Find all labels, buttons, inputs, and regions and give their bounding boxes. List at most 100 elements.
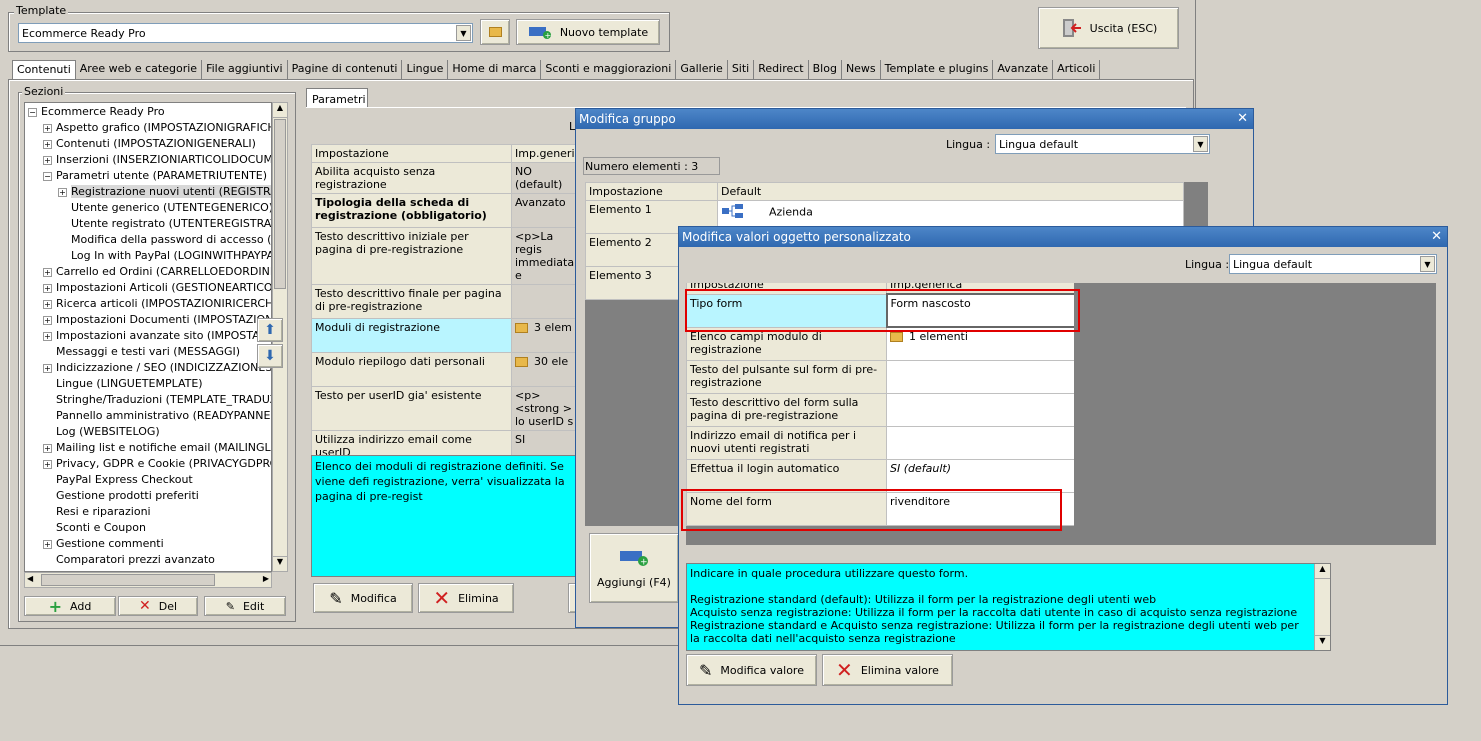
move-up-button[interactable]: ⬆ <box>257 318 283 342</box>
add-element-button[interactable]: + Aggiungi (F4) <box>589 533 679 603</box>
setting-value[interactable]: 30 ele <box>511 352 582 387</box>
setting-value[interactable]: 3 elem <box>511 318 582 353</box>
table-row[interactable]: Tipologia della scheda di registrazione … <box>311 193 582 228</box>
tree-node[interactable]: Sconti e Coupon <box>25 520 271 536</box>
scroll-left-icon[interactable]: ◀ <box>27 574 33 583</box>
expand-toggle-icon[interactable]: + <box>43 283 52 293</box>
modifica-button[interactable]: ✎ Modifica <box>313 583 413 613</box>
tree-node[interactable]: Modifica della password di accesso (RECU <box>25 232 271 248</box>
tree-node[interactable]: + Carrello ed Ordini (CARRELLOEDORDINI) <box>25 264 271 280</box>
expand-toggle-icon[interactable]: − <box>28 107 37 117</box>
edit-section-button[interactable]: ✎ Edit <box>204 596 286 616</box>
tree-node[interactable]: Stringhe/Traduzioni (TEMPLATE_TRADUZION <box>25 392 271 408</box>
setting-value[interactable]: <p><strong > lo userID s <box>511 386 582 431</box>
exit-button[interactable]: Uscita (ESC) <box>1038 7 1179 49</box>
setting-value[interactable] <box>511 284 582 319</box>
tree-node[interactable]: Messaggi e testi vari (MESSAGGI) <box>25 344 271 360</box>
del-section-button[interactable]: ✕ Del <box>118 596 198 616</box>
expand-toggle-icon[interactable]: + <box>43 363 52 373</box>
setting-value[interactable] <box>886 359 1074 394</box>
move-down-button[interactable]: ⬇ <box>257 344 283 368</box>
expand-toggle-icon[interactable]: + <box>43 139 52 149</box>
tab-template-e-plugins[interactable]: Template e plugins <box>881 60 994 79</box>
tab-file-aggiuntivi[interactable]: File aggiuntivi <box>202 60 288 79</box>
expand-toggle-icon[interactable]: + <box>43 267 52 277</box>
tree-node[interactable]: Utente generico (UTENTEGENERICO) <box>25 200 271 216</box>
tree-node[interactable]: − Parametri utente (PARAMETRIUTENTE) <box>25 168 271 184</box>
tab-parametri[interactable]: Parametri <box>306 88 368 108</box>
expand-toggle-icon[interactable]: + <box>43 459 52 469</box>
tree-node[interactable]: Lingue (LINGUETEMPLATE) <box>25 376 271 392</box>
chevron-down-icon[interactable]: ▼ <box>456 25 471 41</box>
tab-news[interactable]: News <box>842 60 881 79</box>
table-row[interactable]: Testo descrittivo iniziale per pagina di… <box>311 227 582 285</box>
elimina-valore-button[interactable]: ✕ Elimina valore <box>822 654 953 686</box>
tree-node[interactable]: Gestione prodotti preferiti <box>25 488 271 504</box>
table-row[interactable]: Testo del pulsante sul form di pre-regis… <box>686 359 1074 394</box>
tab-siti[interactable]: Siti <box>728 60 755 79</box>
tree-node[interactable]: PayPal Express Checkout <box>25 472 271 488</box>
sections-tree[interactable]: − Ecommerce Ready Pro + Aspetto grafico (IM… <box>24 102 272 572</box>
chevron-down-icon[interactable]: ▼ <box>1193 136 1208 152</box>
close-icon[interactable]: ✕ <box>1237 109 1248 129</box>
tab-aree-web-e-categorie[interactable]: Aree web e categorie <box>76 60 203 79</box>
new-template-button[interactable]: + Nuovo template <box>516 19 660 45</box>
expand-toggle-icon[interactable]: + <box>58 187 67 197</box>
tree-horizontal-scrollbar[interactable]: ◀ ▶ <box>24 572 272 588</box>
tree-node[interactable]: + Mailing list e notifiche email (MAILING… <box>25 440 271 456</box>
hscroll-thumb[interactable] <box>41 574 215 586</box>
tree-node[interactable]: Pannello amministrativo (READYPANNELLODI <box>25 408 271 424</box>
expand-toggle-icon[interactable]: + <box>43 331 52 341</box>
tree-node[interactable]: Utente registrato (UTENTEREGISTRATO) <box>25 216 271 232</box>
tab-lingue[interactable]: Lingue <box>402 60 449 79</box>
table-row[interactable]: Testo descrittivo del form sulla pagina … <box>686 392 1074 427</box>
table-row[interactable]: Abilita acquisto senza registrazione NO (… <box>311 162 582 194</box>
open-folder-button[interactable] <box>480 19 510 45</box>
scroll-down-icon[interactable]: ▼ <box>273 556 287 571</box>
table-row[interactable]: Testo per userID gia' esistente <p><stron… <box>311 386 582 431</box>
tree-node[interactable]: Resi e riparazioni <box>25 504 271 520</box>
tree-node[interactable]: + Privacy, GDPR e Cookie (PRIVACYGDPRCOC <box>25 456 271 472</box>
tree-node[interactable]: + Indicizzazione / SEO (INDICIZZAZIONESE <box>25 360 271 376</box>
tree-node[interactable]: + Gestione commenti <box>25 536 271 552</box>
tree-node[interactable]: + Aspetto grafico (IMPOSTAZIONIGRAFICHE) <box>25 120 271 136</box>
expand-toggle-icon[interactable]: + <box>43 155 52 165</box>
tab-redirect[interactable]: Redirect <box>754 60 809 79</box>
tree-node[interactable]: + Impostazioni avanzate sito (IMPOSTAZIO <box>25 328 271 344</box>
expand-toggle-icon[interactable]: + <box>43 539 52 549</box>
scroll-up-icon[interactable]: ▲ <box>1315 564 1330 579</box>
table-row[interactable]: Moduli di registrazione 3 elem <box>311 318 582 353</box>
tab-blog[interactable]: Blog <box>809 60 842 79</box>
tree-node[interactable]: + Registrazione nuovi utenti (REGISTRAZIO <box>25 184 271 200</box>
tab-contenuti[interactable]: Contenuti <box>12 60 76 79</box>
scroll-up-icon[interactable]: ▲ <box>273 103 287 118</box>
tab-articoli[interactable]: Articoli <box>1053 60 1101 79</box>
tree-node[interactable]: Log (WEBSITELOG) <box>25 424 271 440</box>
expand-toggle-icon[interactable]: + <box>43 299 52 309</box>
setting-value[interactable]: SI (default) <box>886 458 1074 493</box>
setting-value[interactable] <box>886 392 1074 427</box>
tree-node[interactable]: + Impostazioni Articoli (GESTIONEARTICOLI… <box>25 280 271 296</box>
tree-node[interactable]: Log In with PayPal (LOGINWITHPAYPAL) <box>25 248 271 264</box>
help-scrollbar[interactable]: ▲ ▼ <box>1314 564 1330 650</box>
custom-lingua-select[interactable]: Lingua default ▼ <box>1229 254 1437 274</box>
tree-node[interactable]: + Inserzioni (INSERZIONIARTICOLIDOCUMENT <box>25 152 271 168</box>
tab-home-di-marca[interactable]: Home di marca <box>448 60 542 79</box>
expand-toggle-icon[interactable]: + <box>43 123 52 133</box>
modifica-valore-button[interactable]: ✎ Modifica valore <box>686 654 817 686</box>
tab-gallerie[interactable]: Gallerie <box>676 60 728 79</box>
tab-sconti-e-maggiorazioni[interactable]: Sconti e maggiorazioni <box>541 60 677 79</box>
elimina-button[interactable]: ✕ Elimina <box>418 583 514 613</box>
tree-node[interactable]: + Ricerca articoli (IMPOSTAZIONIRICERCHE) <box>25 296 271 312</box>
tree-node[interactable]: + Impostazioni Documenti (IMPOSTAZIONID <box>25 312 271 328</box>
tree-node[interactable]: Comparatori prezzi avanzato <box>25 552 271 568</box>
setting-value[interactable]: <p>La regis immediata e <box>511 227 582 285</box>
template-select[interactable]: Ecommerce Ready Pro ▼ <box>18 23 473 43</box>
expand-toggle-icon[interactable]: + <box>43 443 52 453</box>
table-row[interactable]: Effettua il login automatico SI (default) <box>686 458 1074 493</box>
table-row[interactable]: Testo descrittivo finale per pagina di p… <box>311 284 582 319</box>
close-icon[interactable]: ✕ <box>1431 227 1442 247</box>
expand-toggle-icon[interactable]: + <box>43 315 52 325</box>
tree-node[interactable]: + Contenuti (IMPOSTAZIONIGENERALI) <box>25 136 271 152</box>
tab-avanzate[interactable]: Avanzate <box>993 60 1054 79</box>
